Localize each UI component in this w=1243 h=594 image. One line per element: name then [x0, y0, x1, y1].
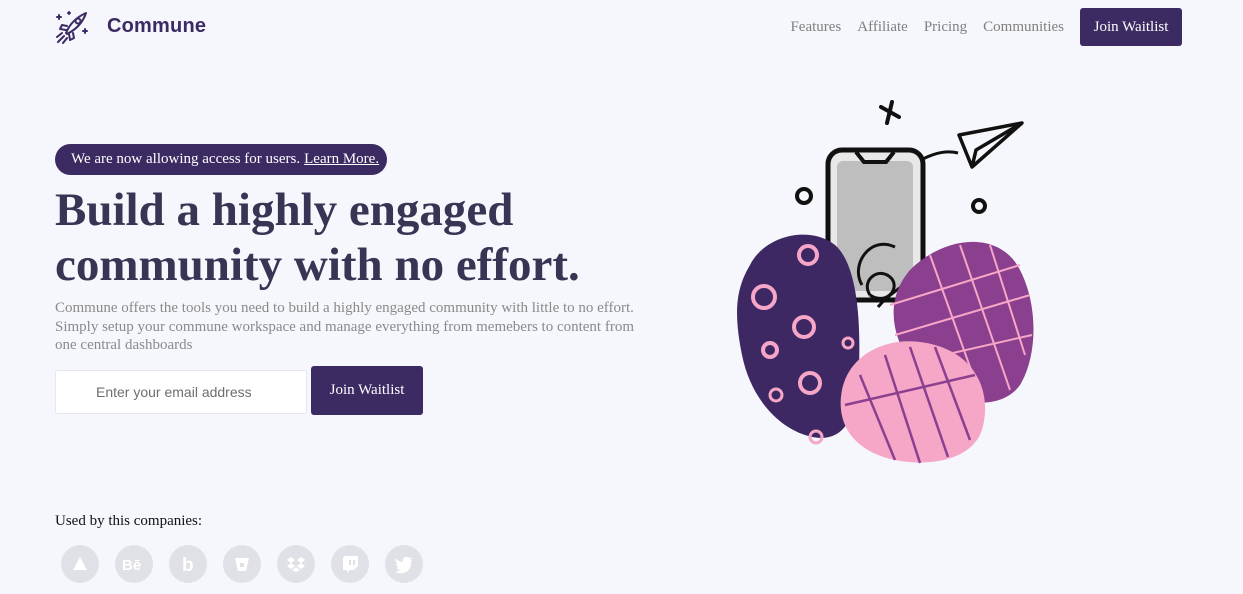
- nav-communities[interactable]: Communities: [983, 17, 1064, 37]
- svg-text:Bē: Bē: [122, 557, 141, 572]
- hero-join-waitlist-button[interactable]: Join Waitlist: [311, 366, 423, 415]
- bitbucket-icon[interactable]: [223, 545, 261, 583]
- community-illustration: [737, 100, 1034, 464]
- twitch-icon[interactable]: [331, 545, 369, 583]
- hero-description: Commune offers the tools you need to bui…: [55, 300, 635, 353]
- svg-text:b: b: [182, 555, 194, 574]
- behance-icon[interactable]: Bē: [115, 545, 153, 583]
- headline-line-2: community with no effort.: [55, 239, 580, 291]
- learn-more-link[interactable]: Learn More.: [304, 151, 379, 168]
- bing-icon[interactable]: b: [169, 545, 207, 583]
- brand-logo[interactable]: Commune: [55, 8, 206, 44]
- companies-label: Used by this companies:: [55, 513, 203, 529]
- nav-affiliate[interactable]: Affiliate: [857, 17, 908, 37]
- dropbox-icon[interactable]: [277, 545, 315, 583]
- nav-pricing[interactable]: Pricing: [924, 17, 967, 37]
- artstation-icon[interactable]: [61, 545, 99, 583]
- announcement-text: We are now allowing access for users.: [71, 151, 301, 167]
- hero-headline: Build a highly engaged community with no…: [55, 183, 695, 293]
- email-input[interactable]: [55, 370, 307, 414]
- company-logos: Bē b: [61, 545, 439, 583]
- twitter-icon[interactable]: [385, 545, 423, 583]
- brand-name: Commune: [107, 14, 207, 37]
- nav-features[interactable]: Features: [790, 17, 841, 37]
- announcement-pill: We are now allowing access for users. Le…: [55, 144, 388, 175]
- rocket-icon: [56, 11, 88, 44]
- top-nav: Features Affiliate Pricing Communities J…: [790, 8, 1182, 46]
- nav-join-waitlist-button[interactable]: Join Waitlist: [1080, 8, 1182, 46]
- headline-line-1: Build a highly engaged: [55, 184, 514, 236]
